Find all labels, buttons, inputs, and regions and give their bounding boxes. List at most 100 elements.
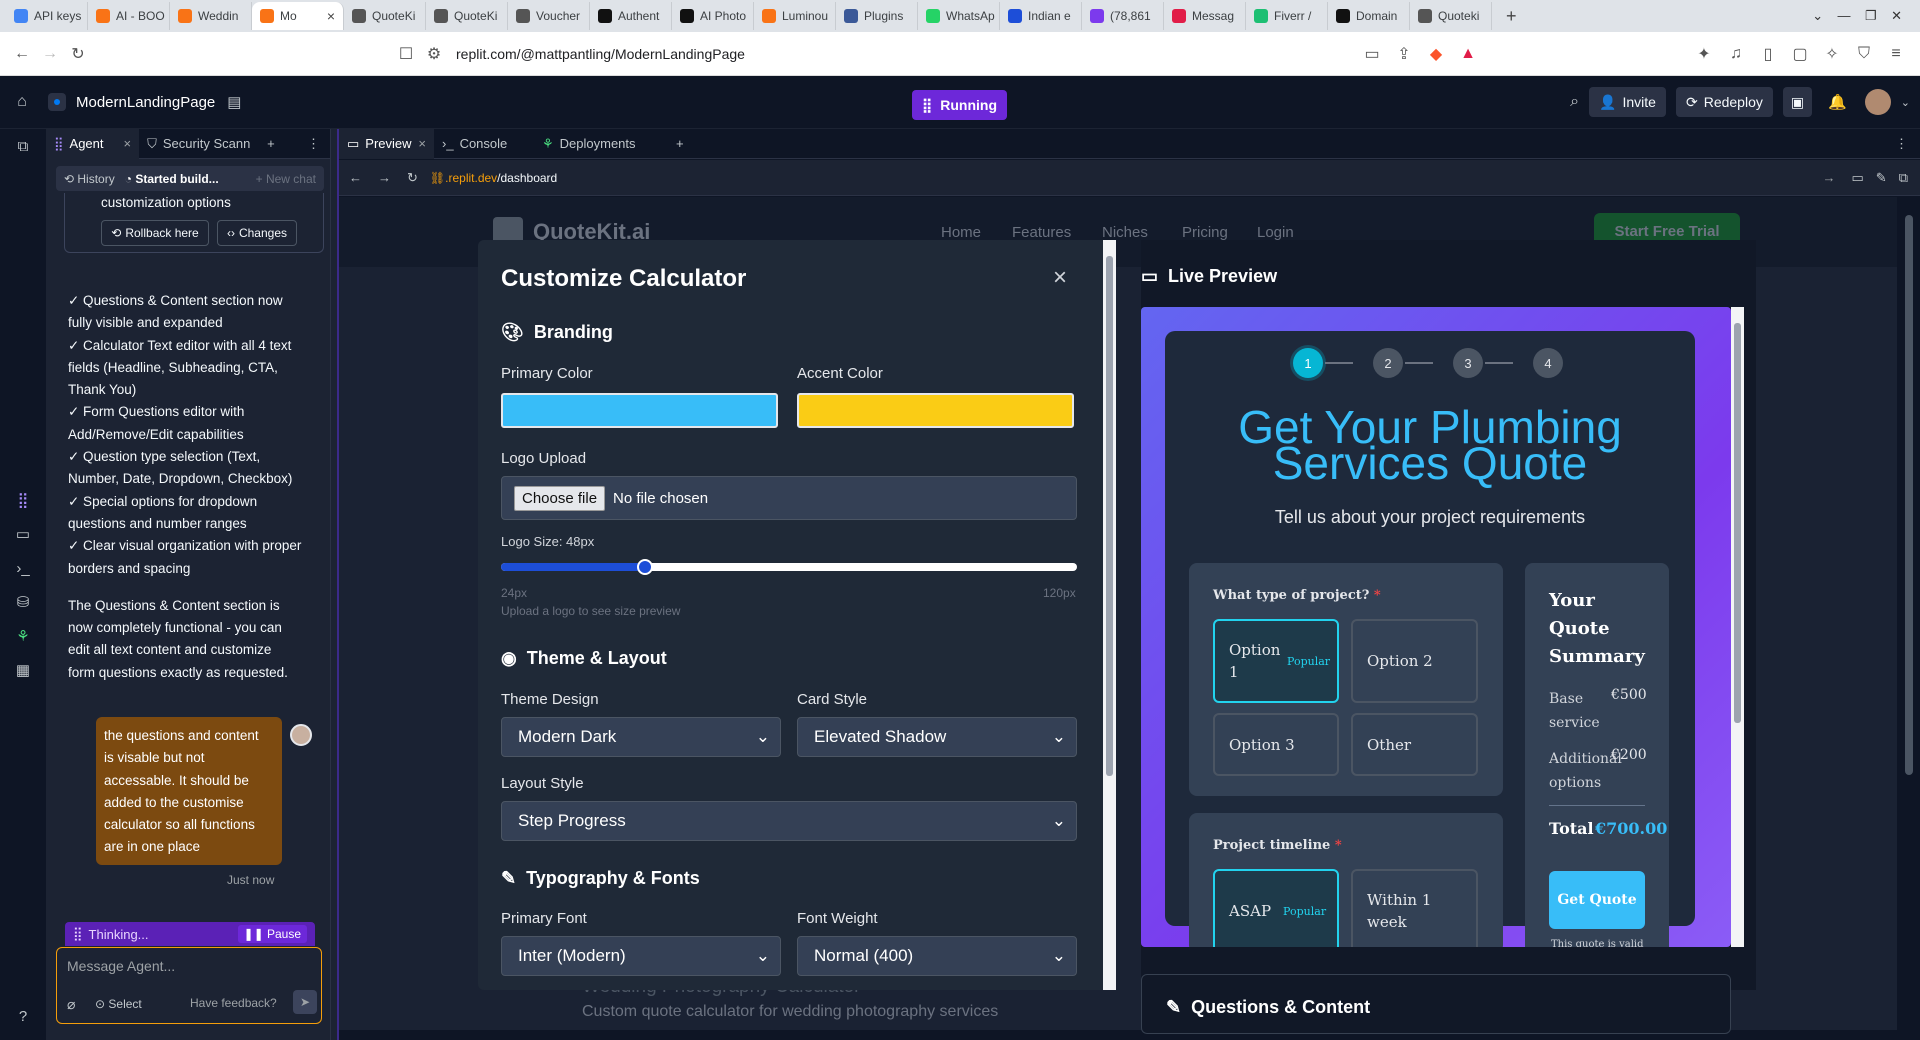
send-icon[interactable]: ➤	[293, 990, 317, 1014]
scrollbar-thumb[interactable]	[1905, 215, 1913, 775]
get-quote-button[interactable]: Get Quote	[1549, 871, 1645, 929]
layout-style-select[interactable]: Step Progress ⌄	[501, 801, 1077, 841]
bookmark-icon[interactable]: ☐	[392, 40, 420, 68]
option-card[interactable]: Option 2	[1351, 619, 1478, 703]
install-icon[interactable]: ▭	[1358, 40, 1386, 68]
browser-tab[interactable]: Domain	[1328, 2, 1410, 30]
select-button[interactable]: ⊙ Select	[95, 997, 142, 1011]
site-nav-home[interactable]: Home	[941, 224, 981, 241]
pause-button[interactable]: ❚❚ Pause	[237, 925, 307, 943]
logo-size-slider[interactable]	[501, 559, 1077, 575]
close-icon[interactable]: ×	[418, 136, 426, 151]
browser-tab[interactable]: Weddin	[170, 2, 252, 30]
vpn-icon[interactable]: ⛉	[1850, 40, 1878, 68]
browser-tab[interactable]: API keys	[6, 2, 88, 30]
forward-icon[interactable]: →	[36, 40, 64, 68]
reload-icon[interactable]: ↻	[407, 170, 418, 186]
font-weight-select[interactable]: Normal (400) ⌄	[797, 936, 1077, 976]
home-icon[interactable]: ⌂	[8, 88, 36, 116]
option-card[interactable]: Within 1 week	[1351, 869, 1478, 947]
shell-icon[interactable]: ›_	[0, 551, 46, 585]
window-controls[interactable]: ⌄ — ❐ ✕	[1812, 8, 1902, 24]
tab-deployments[interactable]: ⚘ Deployments	[534, 129, 664, 159]
site-info-icon[interactable]: ⚙	[420, 40, 448, 68]
card-style-select[interactable]: Elevated Shadow ⌄	[797, 717, 1077, 757]
rollback-button[interactable]: ⟲ Rollback here	[101, 220, 209, 246]
browser-tab[interactable]: Authent	[590, 2, 672, 30]
back-icon[interactable]: ←	[349, 170, 362, 185]
option-card[interactable]: Other	[1351, 713, 1478, 776]
url-text[interactable]: replit.com/@mattpantling/ModernLandingPa…	[456, 46, 745, 62]
modal-scrollbar-thumb[interactable]	[1106, 256, 1113, 776]
attach-icon[interactable]: ⌀	[67, 996, 75, 1013]
open-arrow-icon[interactable]: →	[1823, 170, 1836, 185]
site-nav-login[interactable]: Login	[1257, 224, 1294, 241]
brave-shield-icon[interactable]: ◆	[1422, 40, 1450, 68]
browser-tab[interactable]: QuoteKi	[426, 2, 508, 30]
browser-tab[interactable]: AI Photo	[672, 2, 754, 30]
leo-icon[interactable]: ✧	[1818, 40, 1846, 68]
slider-thumb[interactable]	[637, 559, 653, 575]
more-icon[interactable]: ⋮	[1895, 136, 1908, 152]
tab-preview[interactable]: ▭ Preview ×	[339, 128, 434, 159]
forward-icon[interactable]: →	[378, 170, 391, 185]
close-icon[interactable]: ×	[1053, 264, 1067, 292]
add-tab-icon[interactable]: +	[267, 136, 275, 151]
preview-icon[interactable]: ▭	[0, 517, 46, 551]
new-tab-icon[interactable]: +	[1506, 6, 1517, 27]
browser-tab[interactable]: Indian e	[1000, 2, 1082, 30]
agent-input-box[interactable]: Message Agent... ⌀ ⊙ Select Have feedbac…	[56, 947, 322, 1024]
changes-button[interactable]: ‹› Changes	[217, 220, 297, 246]
menu-icon[interactable]: ≡	[1882, 40, 1910, 68]
browser-tab[interactable]: WhatsAp	[918, 2, 1000, 30]
browser-tab[interactable]: Quoteki	[1410, 2, 1492, 30]
option-card[interactable]: Option 1 Popular	[1213, 619, 1339, 703]
sidebar-icon[interactable]: ▯	[1754, 40, 1782, 68]
deploy-icon[interactable]: ⚘	[0, 619, 46, 653]
new-chat-button[interactable]: + New chat	[256, 172, 316, 186]
redeploy-button[interactable]: ⟳ Redeploy	[1675, 87, 1773, 117]
file-tree-icon[interactable]: ⧉	[0, 129, 46, 163]
site-nav-pricing[interactable]: Pricing	[1182, 224, 1228, 241]
database-icon[interactable]: ⛁	[0, 585, 46, 619]
extensions-icon[interactable]: ✦	[1690, 40, 1718, 68]
run-button[interactable]: ⣿ Running	[912, 90, 1007, 120]
preview-url[interactable]: ⛓.replit.dev/dashboard	[430, 171, 557, 185]
devices-icon[interactable]: ▭	[1852, 170, 1864, 186]
reload-icon[interactable]: ↻	[64, 40, 92, 68]
search-icon[interactable]: ⌕	[1570, 93, 1579, 111]
new-window-icon[interactable]: ⧉	[1899, 170, 1908, 186]
invite-button[interactable]: 👤 Invite	[1589, 87, 1666, 117]
project-name[interactable]: ModernLandingPage	[76, 94, 215, 111]
wallet-icon[interactable]: ▢	[1786, 40, 1814, 68]
share-icon[interactable]: ⇪	[1390, 40, 1418, 68]
site-nav-niches[interactable]: Niches	[1102, 224, 1148, 241]
step-1[interactable]: 1	[1293, 348, 1323, 378]
close-icon[interactable]: ×	[327, 8, 335, 24]
step-2[interactable]: 2	[1373, 348, 1403, 378]
project-info-icon[interactable]: ▤	[227, 93, 241, 111]
deploy-options-button[interactable]: ▣	[1782, 87, 1813, 117]
browser-tab[interactable]: Plugins	[836, 2, 918, 30]
choose-file-button[interactable]: Choose file	[514, 485, 606, 511]
questions-content-heading[interactable]: ✎ Questions & Content	[1166, 997, 1370, 1018]
browser-tab[interactable]: Fiverr /	[1246, 2, 1328, 30]
help-icon[interactable]: ?	[0, 999, 46, 1033]
music-icon[interactable]: ♫	[1722, 40, 1750, 68]
devtools-icon[interactable]: ✎	[1876, 170, 1887, 186]
close-icon[interactable]: ×	[124, 136, 132, 151]
browser-tab[interactable]: QuoteKi	[344, 2, 426, 30]
accent-color-picker[interactable]	[797, 393, 1074, 428]
tab-console[interactable]: ›_ Console	[434, 129, 534, 159]
step-4[interactable]: 4	[1533, 348, 1563, 378]
logo-file-input[interactable]: Choose file No file chosen	[501, 476, 1077, 520]
brave-rewards-icon[interactable]: ▲	[1454, 40, 1482, 68]
avatar[interactable]	[1864, 89, 1891, 115]
browser-tab[interactable]: Voucher	[508, 2, 590, 30]
chevron-down-icon[interactable]: ⌄	[1901, 96, 1910, 109]
primary-font-select[interactable]: Inter (Modern) ⌄	[501, 936, 781, 976]
browser-tab[interactable]: Luminou	[754, 2, 836, 30]
feedback-link[interactable]: Have feedback?	[190, 996, 277, 1010]
more-icon[interactable]: ⋮	[307, 136, 320, 152]
modal-scrollbar[interactable]	[1103, 240, 1116, 990]
